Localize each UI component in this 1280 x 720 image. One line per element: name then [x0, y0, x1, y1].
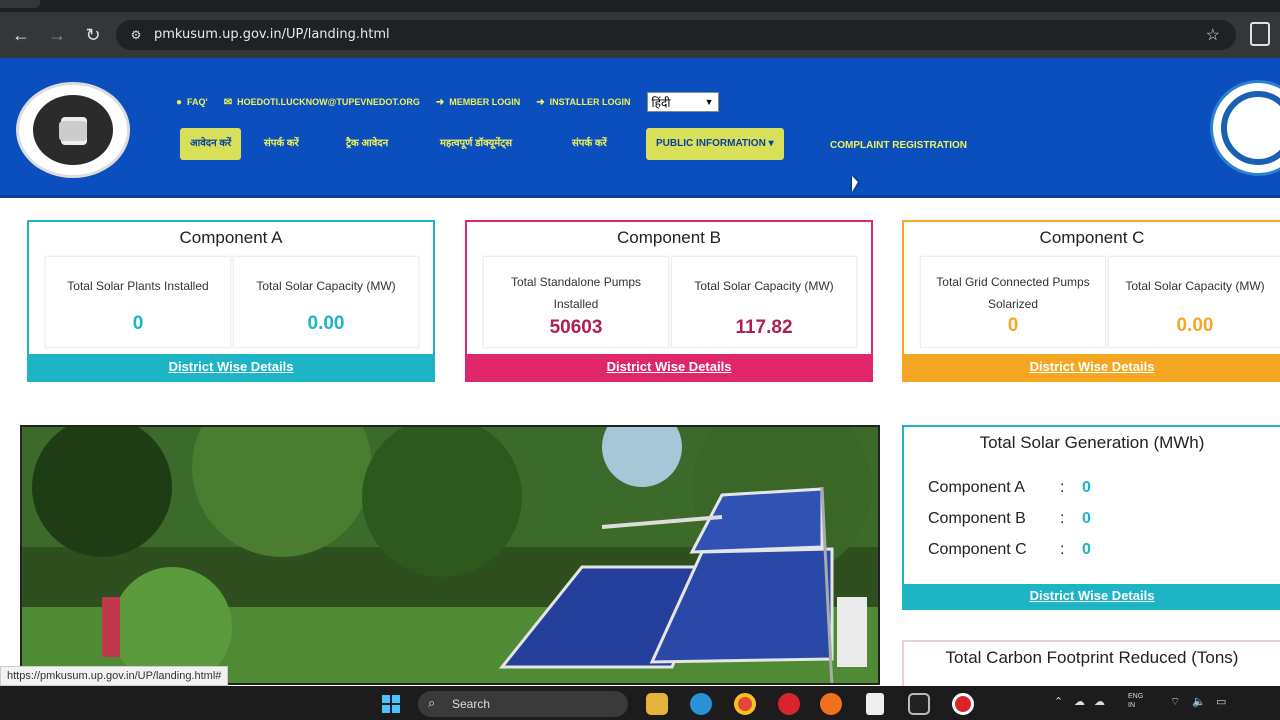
stat-value: 0: [1007, 315, 1019, 336]
onedrive-icon[interactable]: ☁: [1074, 695, 1085, 708]
separator: :: [1060, 479, 1065, 496]
edge-icon[interactable]: [690, 693, 712, 715]
generation-label: Component B: [928, 510, 1026, 527]
stat-label: Total Solar Capacity (MW): [1125, 279, 1265, 293]
app-icon[interactable]: [908, 693, 930, 715]
generation-label: Component A: [928, 479, 1025, 496]
browser-tab[interactable]: [0, 0, 40, 8]
chrome-icon[interactable]: [734, 693, 756, 715]
notes-app-icon[interactable]: [866, 693, 884, 715]
carbon-title: Total Carbon Footprint Reduced (Tons): [945, 648, 1239, 667]
stat-value: 0: [132, 313, 144, 334]
separator: :: [1060, 510, 1065, 527]
generation-value: 0: [1082, 510, 1091, 527]
windows-start-icon[interactable]: [382, 695, 400, 713]
generation-row: Component A : 0: [928, 479, 1091, 497]
forward-icon[interactable]: →: [44, 22, 70, 48]
login-arrow-icon: ➜: [536, 96, 545, 108]
battery-icon[interactable]: ▭: [1216, 695, 1226, 708]
stat-label: Total Grid Connected Pumps Solarized: [936, 275, 1090, 311]
district-wise-details-link[interactable]: District Wise Details: [904, 584, 1280, 608]
firefox-icon[interactable]: [820, 693, 842, 715]
reload-icon[interactable]: ↻: [80, 22, 106, 48]
menu-contact-us[interactable]: संपर्क करें: [572, 128, 607, 160]
input-language[interactable]: ENG IN: [1128, 692, 1143, 710]
browser-toolbar: ← → ↻ ⚙ pmkusum.up.gov.in/UP/landing.htm…: [0, 12, 1280, 58]
solar-generation-card: Total Solar Generation (MWh) Component A…: [902, 425, 1280, 610]
faq-link[interactable]: ● FAQ': [176, 97, 208, 108]
component-c-card: Component C Total Grid Connected Pumps S…: [902, 220, 1280, 382]
generation-row: Component C : 0: [928, 541, 1091, 559]
component-title: Component C: [1039, 228, 1145, 247]
installer-login-link[interactable]: ➜ INSTALLER LOGIN: [536, 97, 630, 108]
generation-value: 0: [1082, 541, 1091, 558]
wifi-icon[interactable]: ⌔: [1170, 695, 1180, 709]
url-text[interactable]: pmkusum.up.gov.in/UP/landing.html: [154, 27, 390, 42]
record-app-icon[interactable]: [952, 693, 974, 715]
question-circle-icon: ●: [176, 96, 183, 108]
top-links: ● FAQ' ✉ HOEDOTI.LUCKNOW@TUPEVNEDOT.ORG ➜ M…: [176, 92, 719, 112]
stat-cell: Total Solar Capacity (MW) 0.00: [233, 256, 419, 348]
up-government-logo[interactable]: [16, 82, 130, 178]
menu-complaint-registration[interactable]: COMPLAINT REGISTRATION: [830, 130, 967, 162]
site-info-icon[interactable]: ⚙: [128, 27, 144, 43]
chevron-up-icon[interactable]: ⌃: [1054, 695, 1063, 708]
mouse-cursor: [852, 176, 858, 192]
district-wise-details-link[interactable]: District Wise Details: [29, 354, 433, 380]
stat-value: 50603: [549, 317, 603, 338]
stat-label: Total Solar Capacity (MW): [694, 279, 834, 293]
component-title: Component A: [179, 228, 283, 247]
language-select[interactable]: हिंदी ▼: [646, 92, 719, 112]
stat-value: 0.00: [1176, 315, 1214, 336]
stat-label: Total Solar Capacity (MW): [256, 279, 396, 293]
taskbar-search[interactable]: ⌕ Search: [418, 691, 628, 717]
power-corporation-logo[interactable]: [1210, 80, 1280, 176]
volume-icon[interactable]: 🔈: [1192, 695, 1206, 708]
windows-taskbar: ⌕ Search ⌃ ☁ ☁ ENG IN ⌔ 🔈 ▭: [0, 686, 1280, 720]
menu-contact[interactable]: संपर्क करें: [264, 128, 299, 160]
generation-value: 0: [1082, 479, 1091, 496]
district-wise-details-link[interactable]: District Wise Details: [467, 354, 871, 380]
district-wise-details-link[interactable]: District Wise Details: [904, 354, 1280, 380]
menu-apply[interactable]: आवेदन करें: [180, 128, 242, 160]
menu-important-documents[interactable]: महत्वपूर्ण डॉक्यूमेंट्स: [440, 128, 512, 160]
stat-label: Total Standalone Pumps Installed: [510, 275, 642, 311]
envelope-icon: ✉: [223, 96, 233, 108]
weather-icon[interactable]: ☁: [1094, 695, 1105, 708]
stat-cell: Total Standalone Pumps Installed 50603: [483, 256, 669, 348]
stat-cell: Total Solar Capacity (MW) 0.00: [1108, 256, 1280, 348]
link-status-bar: https://pmkusum.up.gov.in/UP/landing.htm…: [0, 666, 229, 686]
file-explorer-icon[interactable]: [646, 693, 668, 715]
stat-value: 117.82: [735, 317, 793, 338]
generation-label: Component C: [928, 541, 1027, 558]
solar-panels-photo: [22, 427, 878, 683]
component-title: Component B: [617, 228, 721, 247]
component-a-card: Component A Total Solar Plants Installed…: [27, 220, 435, 382]
stat-value: 0.00: [307, 313, 345, 334]
login-arrow-icon: ➜: [435, 96, 445, 108]
search-icon: ⌕: [428, 695, 436, 710]
browser-tabstrip: [0, 0, 1280, 12]
site-header: ● FAQ' ✉ HOEDOTI.LUCKNOW@TUPEVNEDOT.ORG ➜ M…: [0, 58, 1280, 198]
stat-cell: Total Solar Capacity (MW) 117.82: [671, 256, 857, 348]
solar-pump-banner-image: [20, 425, 880, 685]
menu-track-application[interactable]: ट्रैक आवेदन: [346, 128, 388, 160]
component-b-card: Component B Total Standalone Pumps Insta…: [465, 220, 873, 382]
email-link[interactable]: ✉ HOEDOTI.LUCKNOW@TUPEVNEDOT.ORG: [224, 97, 420, 108]
generation-title: Total Solar Generation (MWh): [979, 433, 1205, 452]
stat-cell: Total Grid Connected Pumps Solarized 0: [920, 256, 1106, 348]
member-login-link[interactable]: ➜ MEMBER LOGIN: [436, 97, 520, 108]
generation-row: Component B : 0: [928, 510, 1091, 528]
stat-cell: Total Solar Plants Installed 0: [45, 256, 231, 348]
opera-icon[interactable]: [778, 693, 800, 715]
back-icon[interactable]: ←: [8, 22, 34, 48]
chevron-down-icon: ▼: [704, 97, 714, 107]
menu-public-information[interactable]: PUBLIC INFORMATION ▾: [646, 128, 784, 160]
side-panel-icon[interactable]: [1250, 22, 1270, 46]
separator: :: [1060, 541, 1065, 558]
address-bar[interactable]: ⚙ pmkusum.up.gov.in/UP/landing.html ☆: [116, 20, 1236, 50]
stat-label: Total Solar Plants Installed: [67, 279, 209, 293]
bookmark-star-icon[interactable]: ☆: [1206, 25, 1220, 45]
